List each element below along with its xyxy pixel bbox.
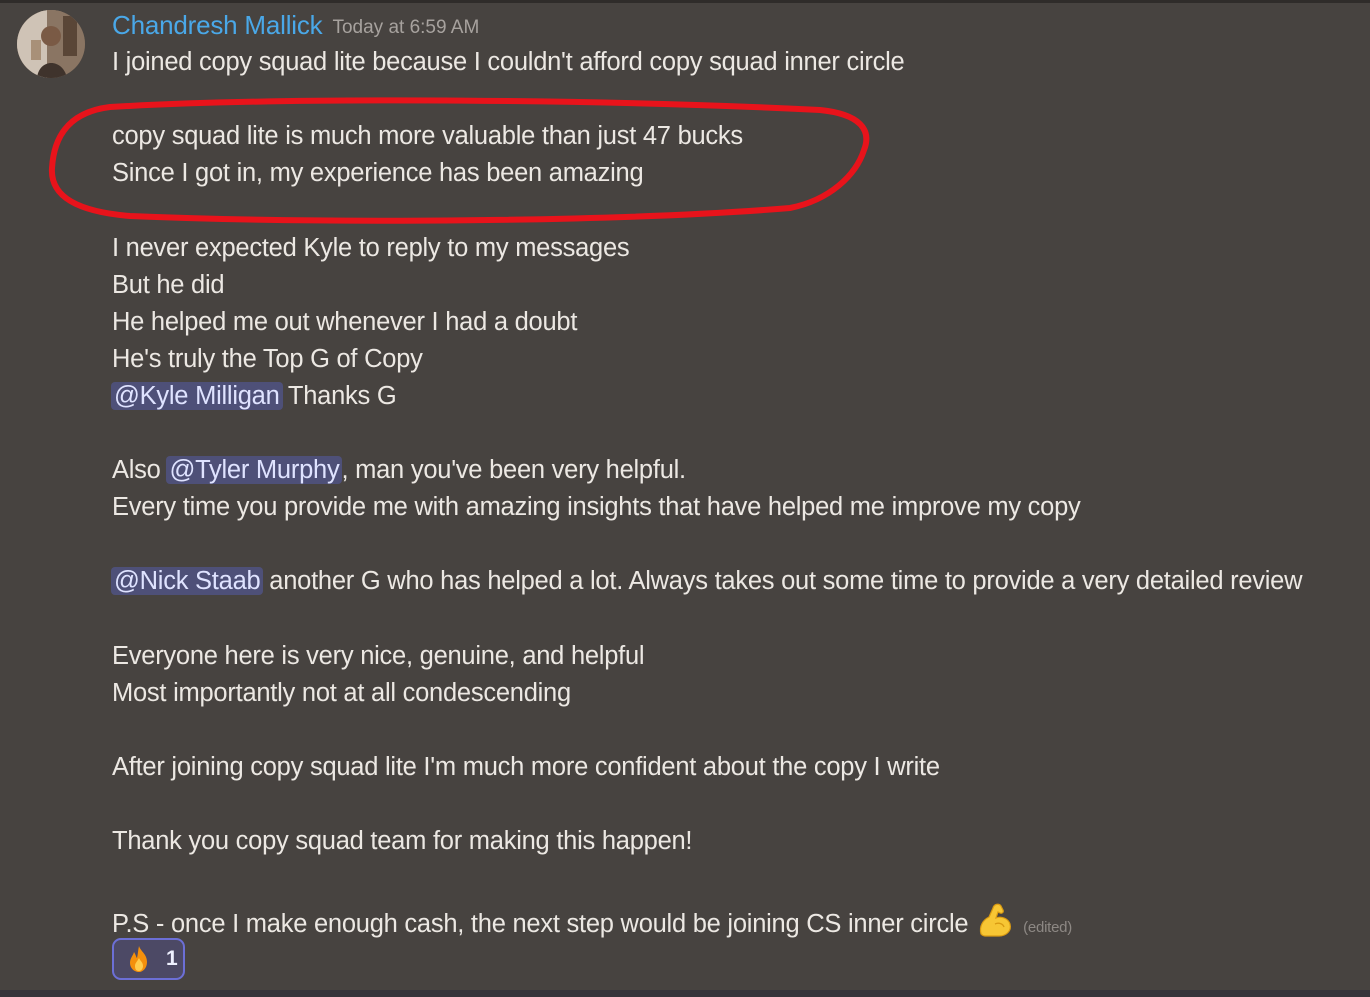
message-line: @Nick Staab another G who has helped a l… [111,565,1303,597]
bottom-border [0,990,1370,997]
mention-kyle-milligan[interactable]: @Kyle Milligan [111,382,283,410]
message-line: Everyone here is very nice, genuine, and… [112,642,645,670]
message-line: I never expected Kyle to reply to my mes… [112,234,630,262]
message-text: Thanks G [281,382,397,410]
flexed-biceps-icon [980,903,1012,937]
message-line: Since I got in, my experience has been a… [112,159,644,187]
message-line: @Kyle Milligan Thanks G [111,380,397,412]
message-line: Thank you copy squad team for making thi… [112,827,693,855]
message-line: He's truly the Top G of Copy [112,345,423,373]
message-line: P.S - once I make enough cash, the next … [112,900,1072,944]
fire-icon [130,946,147,972]
message-line: I joined copy squad lite because I could… [112,48,905,76]
message-text: , man you've been very helpful. [341,456,686,484]
message-line: After joining copy squad lite I'm much m… [112,753,940,781]
author-name[interactable]: Chandresh Mallick [112,10,323,40]
message-line: But he did [112,271,225,299]
message-text: another G who has helped a lot. Always t… [262,567,1303,595]
message-text: P.S - once I make enough cash, the next … [112,910,969,938]
message-line: Also @Tyler Murphy, man you've been very… [112,454,686,486]
message-line: He helped me out whenever I had a doubt [112,308,578,336]
message-header: Chandresh Mallick Today at 6:59 AM [112,10,479,41]
edited-label: (edited) [1023,919,1072,936]
top-border [0,0,1370,3]
mention-nick-staab[interactable]: @Nick Staab [111,567,264,595]
message-line: Most importantly not at all condescendin… [112,679,571,707]
avatar-photo [17,10,85,78]
message-timestamp[interactable]: Today at 6:59 AM [332,17,479,38]
reaction-count: 1 [166,947,178,970]
message-line: Every time you provide me with amazing i… [112,493,1081,521]
reaction-fire[interactable]: 1 [112,938,185,980]
message-line: copy squad lite is much more valuable th… [112,122,743,150]
message-text: Also [112,456,168,484]
mention-tyler-murphy[interactable]: @Tyler Murphy [166,456,343,484]
user-avatar[interactable] [17,10,85,78]
